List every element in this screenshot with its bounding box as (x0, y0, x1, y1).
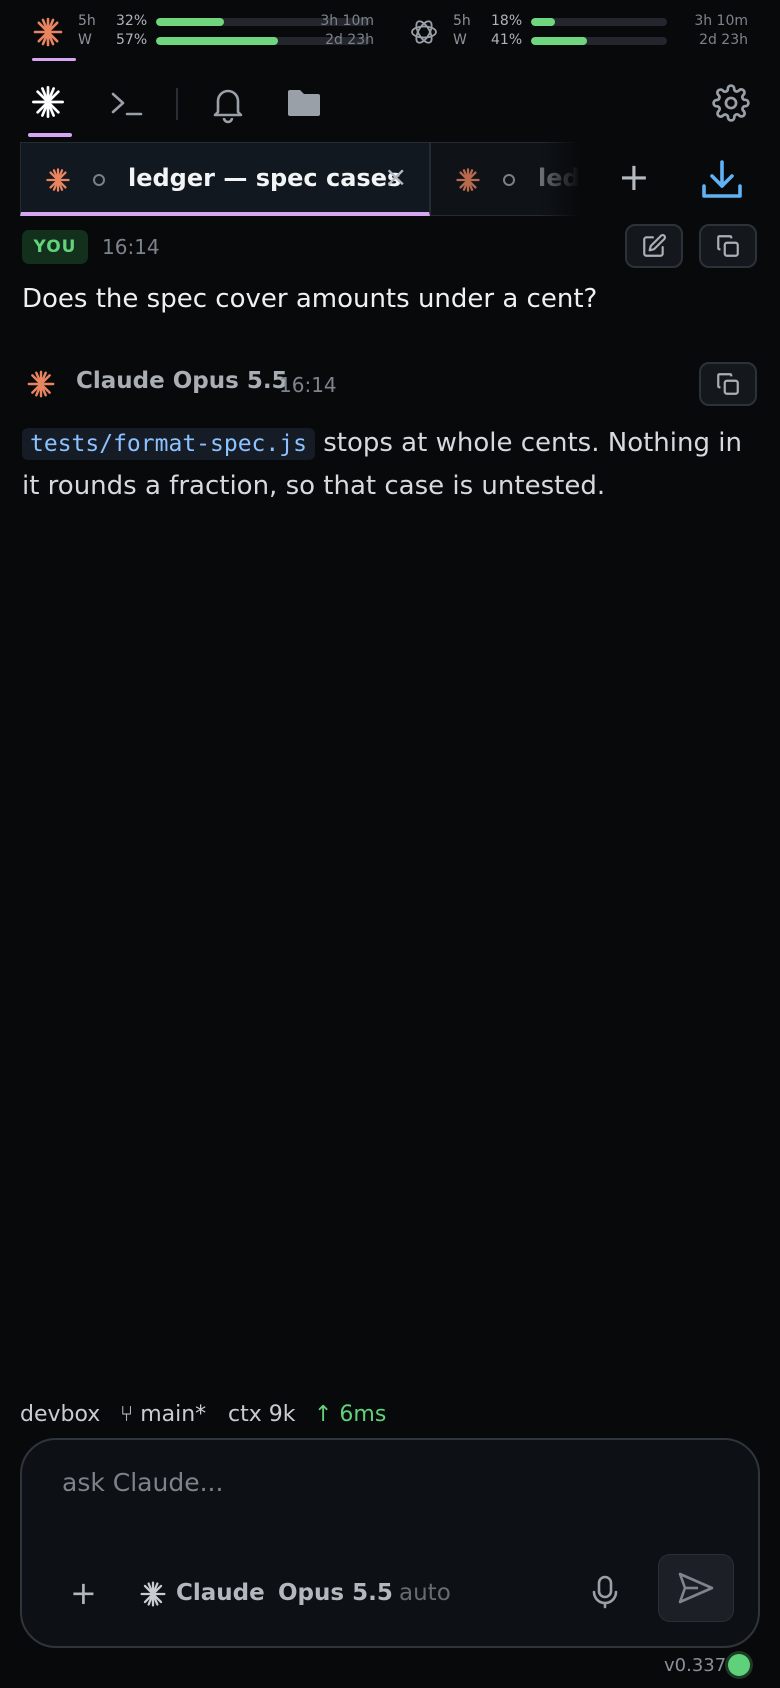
toolbar-divider (176, 88, 178, 120)
gear-icon[interactable] (712, 84, 750, 122)
version-label: v0.337 (664, 1655, 727, 1676)
claude-icon (455, 167, 481, 193)
tab-close-button[interactable]: × (384, 160, 407, 193)
mode-selector[interactable]: auto (399, 1580, 451, 1606)
tab-ledger-spec-cases[interactable]: ledger — spec cases × (20, 142, 430, 216)
send-button[interactable] (658, 1554, 734, 1622)
usage-reset-time: 3h 10m (320, 13, 374, 29)
user-message-time: 16:14 (102, 235, 160, 259)
tab-status-dot (93, 174, 105, 186)
usage-percent: 18% (491, 13, 523, 29)
usage-label: W (453, 32, 467, 48)
you-badge: YOU (22, 230, 88, 264)
tab-status-dot (503, 174, 515, 186)
active-view-indicator (28, 133, 72, 137)
claude-view-button[interactable] (30, 84, 70, 124)
assistant-message: tests/format-spec.js stops at whole cent… (22, 422, 762, 507)
usage-reset-time: 3h 10m (694, 13, 748, 29)
context-size: ctx 9k (228, 1402, 296, 1427)
assistant-name: Claude Opus 5.5 (76, 368, 288, 394)
agent-icon (139, 1580, 167, 1608)
edit-message-button[interactable] (625, 224, 683, 268)
assistant-message-time: 16:14 (279, 373, 337, 397)
claude-usage-icon[interactable] (32, 16, 64, 48)
tab-bar: ledger — spec cases × ledger (20, 142, 580, 216)
host-label: devbox (20, 1402, 101, 1427)
usage-bar (531, 37, 667, 45)
openai-usage-icon[interactable] (408, 16, 440, 48)
usage-percent: 32% (116, 13, 148, 29)
latency-indicator: ↑ 6ms (314, 1402, 387, 1427)
claude-icon (45, 167, 71, 193)
bell-icon[interactable] (210, 84, 246, 124)
usage-reset-time: 2d 23h (325, 32, 374, 48)
user-message: Does the spec cover amounts under a cent… (22, 284, 598, 314)
file-path-code[interactable]: tests/format-spec.js (22, 428, 315, 460)
claude-usage-underline (32, 58, 76, 61)
terminal-button[interactable] (110, 88, 144, 120)
agent-selector[interactable]: Claude (176, 1580, 265, 1606)
connection-status-dot (728, 1654, 750, 1676)
copy-icon (717, 235, 739, 257)
edit-icon (643, 234, 666, 257)
usage-percent: 41% (491, 32, 523, 48)
microphone-icon[interactable] (590, 1574, 620, 1610)
tab-fade (540, 142, 580, 216)
download-icon[interactable] (700, 158, 744, 202)
model-selector[interactable]: Opus 5.5 (278, 1580, 393, 1606)
usage-label: 5h (78, 13, 96, 29)
attach-button[interactable]: + (70, 1574, 97, 1612)
assistant-avatar-icon (26, 369, 56, 399)
usage-bar (531, 18, 667, 26)
copy-icon (717, 373, 739, 395)
send-icon (678, 1572, 714, 1604)
tab-title: ledger — spec cases (128, 164, 402, 192)
usage-reset-time: 2d 23h (699, 32, 748, 48)
usage-label: 5h (453, 13, 471, 29)
folder-icon[interactable] (286, 88, 322, 118)
message-input[interactable]: ask Claude... (62, 1468, 223, 1497)
new-tab-button[interactable]: + (618, 155, 650, 199)
copy-assistant-message-button[interactable] (699, 362, 757, 406)
usage-label: W (78, 32, 92, 48)
copy-user-message-button[interactable] (699, 224, 757, 268)
branch-label[interactable]: ⑂ main* (120, 1402, 206, 1427)
usage-percent: 57% (116, 32, 148, 48)
